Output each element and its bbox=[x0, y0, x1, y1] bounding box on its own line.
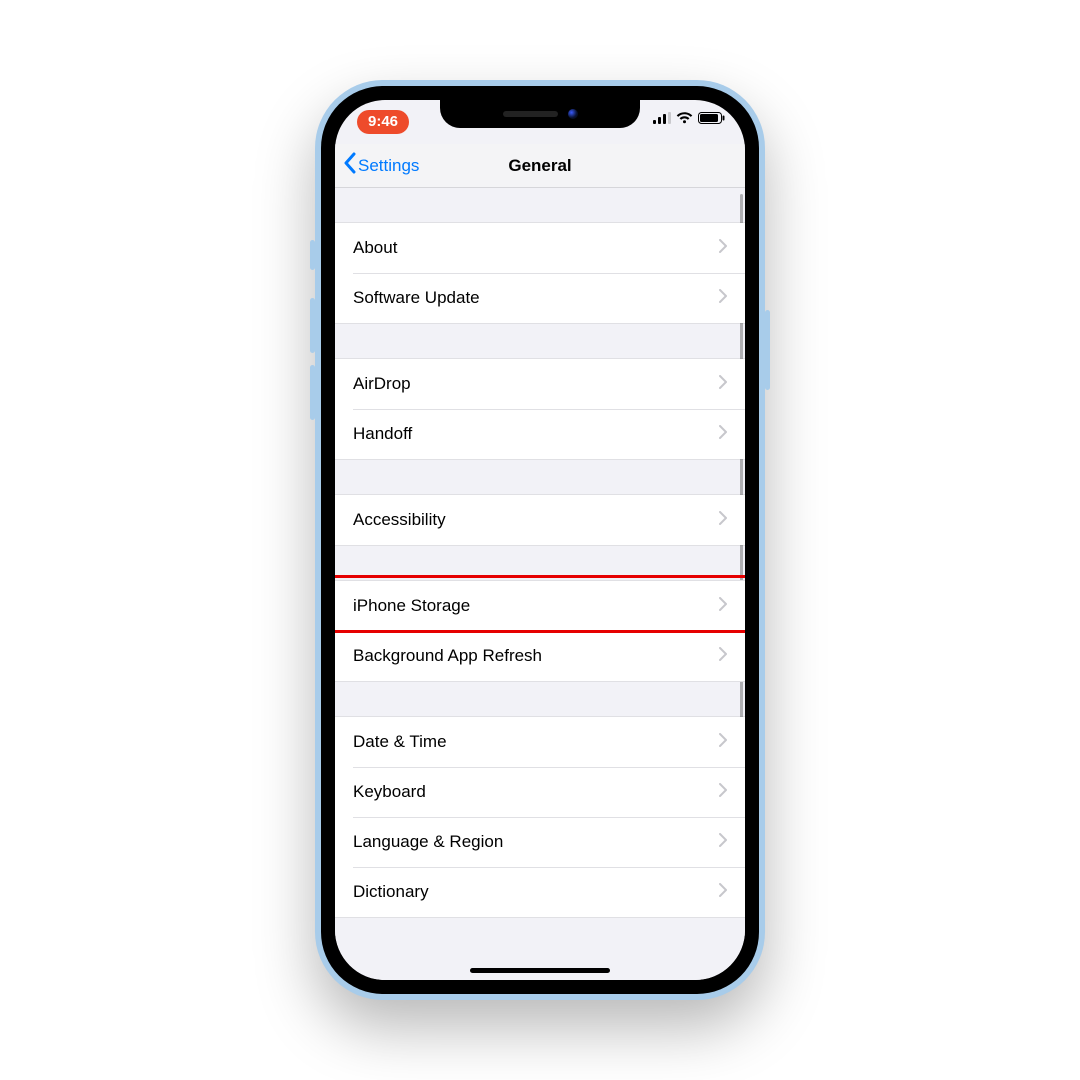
chevron-right-icon bbox=[719, 288, 727, 308]
chevron-right-icon bbox=[719, 238, 727, 258]
row-accessibility[interactable]: Accessibility bbox=[335, 495, 745, 545]
home-indicator[interactable] bbox=[470, 968, 610, 973]
battery-icon bbox=[698, 112, 725, 124]
group-gap bbox=[335, 546, 745, 580]
group-accessibility: Accessibility bbox=[335, 494, 745, 546]
chevron-right-icon bbox=[719, 374, 727, 394]
group-storage: iPhone Storage Background App Refresh bbox=[335, 580, 745, 682]
group-gap bbox=[335, 460, 745, 494]
page-title-label: General bbox=[508, 156, 571, 176]
row-label: iPhone Storage bbox=[353, 596, 719, 616]
row-label: Keyboard bbox=[353, 782, 719, 802]
group-gap bbox=[335, 324, 745, 358]
group-gap bbox=[335, 682, 745, 716]
group-airdrop: AirDrop Handoff bbox=[335, 358, 745, 460]
row-label: Software Update bbox=[353, 288, 719, 308]
row-label: About bbox=[353, 238, 719, 258]
side-button-silence bbox=[310, 240, 315, 270]
row-label: AirDrop bbox=[353, 374, 719, 394]
chevron-right-icon bbox=[719, 882, 727, 902]
row-about[interactable]: About bbox=[335, 223, 745, 273]
settings-list[interactable]: About Software Update bbox=[335, 188, 745, 980]
row-airdrop[interactable]: AirDrop bbox=[335, 359, 745, 409]
status-time-label: 9:46 bbox=[368, 113, 398, 130]
row-label: Accessibility bbox=[353, 510, 719, 530]
chevron-right-icon bbox=[719, 832, 727, 852]
row-label: Handoff bbox=[353, 424, 719, 444]
chevron-right-icon bbox=[719, 782, 727, 802]
group-gap bbox=[335, 188, 745, 222]
row-background-app-refresh[interactable]: Background App Refresh bbox=[335, 631, 745, 681]
row-iphone-storage[interactable]: iPhone Storage bbox=[335, 581, 745, 631]
row-software-update[interactable]: Software Update bbox=[335, 273, 745, 323]
side-button-volume-up bbox=[310, 298, 315, 353]
nav-bar: Settings General bbox=[335, 144, 745, 188]
status-icons bbox=[653, 112, 725, 124]
chevron-right-icon bbox=[719, 596, 727, 616]
row-dictionary[interactable]: Dictionary bbox=[335, 867, 745, 917]
phone-frame: 9:46 bbox=[315, 80, 765, 1000]
group-system: Date & Time Keyboard Language & Region bbox=[335, 716, 745, 918]
screen: 9:46 bbox=[335, 100, 745, 980]
row-language-region[interactable]: Language & Region bbox=[335, 817, 745, 867]
chevron-right-icon bbox=[719, 646, 727, 666]
chevron-right-icon bbox=[719, 732, 727, 752]
page-title: General bbox=[335, 144, 745, 187]
wifi-icon bbox=[676, 112, 693, 124]
row-label: Dictionary bbox=[353, 882, 719, 902]
chevron-right-icon bbox=[719, 510, 727, 530]
group-about: About Software Update bbox=[335, 222, 745, 324]
side-button-power bbox=[765, 310, 770, 390]
row-handoff[interactable]: Handoff bbox=[335, 409, 745, 459]
side-button-volume-down bbox=[310, 365, 315, 420]
status-time-recording[interactable]: 9:46 bbox=[357, 110, 409, 134]
cellular-icon bbox=[653, 112, 671, 124]
status-bar: 9:46 bbox=[335, 100, 745, 144]
row-keyboard[interactable]: Keyboard bbox=[335, 767, 745, 817]
chevron-right-icon bbox=[719, 424, 727, 444]
row-label: Date & Time bbox=[353, 732, 719, 752]
row-label: Background App Refresh bbox=[353, 646, 719, 666]
row-date-time[interactable]: Date & Time bbox=[335, 717, 745, 767]
row-label: Language & Region bbox=[353, 832, 719, 852]
phone-bezel: 9:46 bbox=[321, 86, 759, 994]
